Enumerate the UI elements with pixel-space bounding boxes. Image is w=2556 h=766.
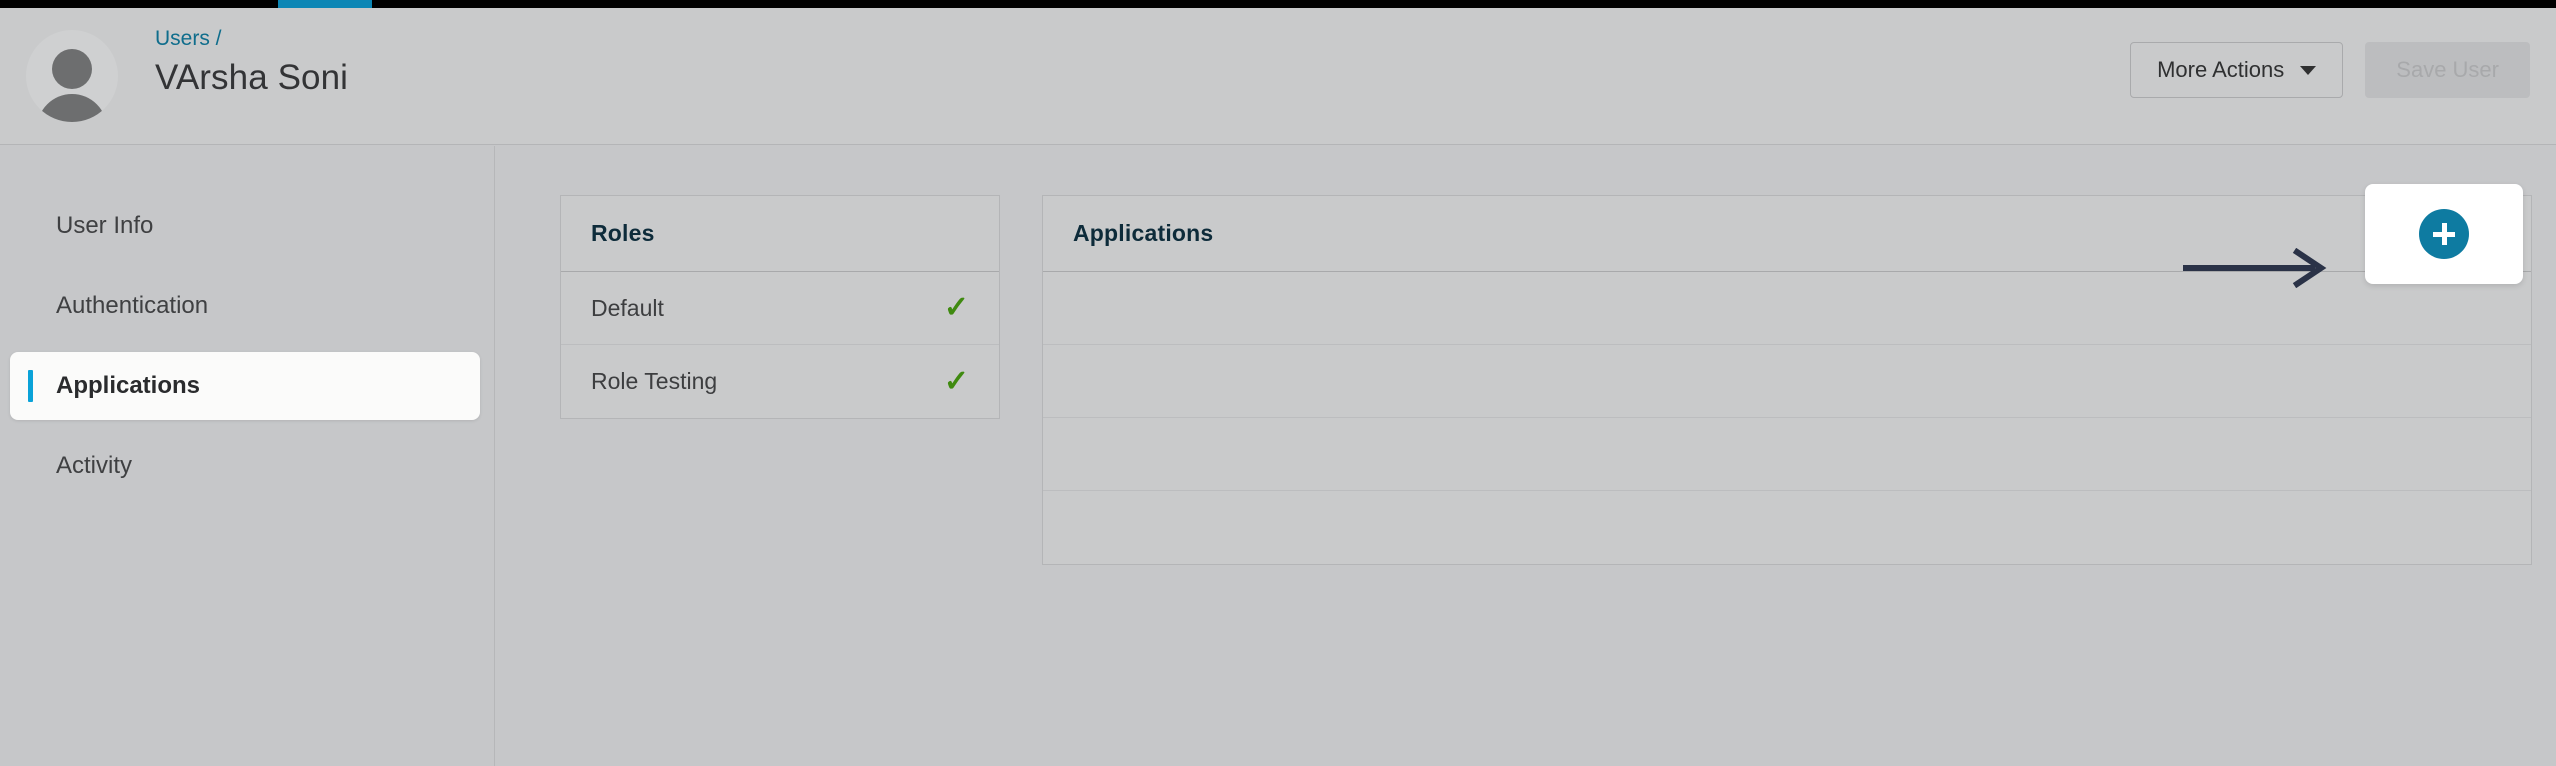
sidebar-item-applications[interactable]: Applications bbox=[10, 352, 480, 420]
avatar-body-shape bbox=[37, 94, 107, 122]
sidebar-item-label: Applications bbox=[56, 372, 201, 399]
sidebar-item-authentication[interactable]: Authentication bbox=[10, 272, 480, 340]
sidebar-nav: User Info Authentication Applications Ac… bbox=[0, 146, 495, 766]
browser-top-strip bbox=[0, 0, 2556, 8]
main-content: Roles Default ✓ Role Testing ✓ Applicati… bbox=[496, 146, 2556, 766]
chevron-down-icon bbox=[2300, 65, 2317, 75]
applications-table-row[interactable] bbox=[1043, 418, 2531, 491]
roles-table-row[interactable]: Default ✓ bbox=[561, 272, 999, 345]
top-strip-accent-segment bbox=[278, 0, 372, 8]
applications-card: Applications bbox=[1042, 184, 2532, 565]
header-title-block: Users / VArsha Soni bbox=[155, 26, 348, 100]
avatar-head-shape bbox=[52, 49, 92, 89]
applications-table-row[interactable] bbox=[1043, 272, 2531, 345]
add-application-button[interactable] bbox=[2365, 184, 2523, 284]
check-icon: ✓ bbox=[943, 291, 969, 324]
user-avatar-placeholder-icon bbox=[26, 30, 118, 122]
roles-card: Roles Default ✓ Role Testing ✓ bbox=[560, 195, 1000, 419]
role-name: Default bbox=[591, 294, 664, 321]
check-icon: ✓ bbox=[943, 364, 969, 398]
sidebar-item-label: Authentication bbox=[56, 292, 209, 319]
applications-card-title: Applications bbox=[1073, 220, 1214, 246]
applications-table-row[interactable] bbox=[1043, 491, 2531, 564]
sidebar-item-activity[interactable]: Activity bbox=[10, 432, 480, 500]
page-title: VArsha Soni bbox=[155, 58, 349, 97]
roles-card-header: Roles bbox=[561, 196, 999, 272]
more-actions-button[interactable]: More Actions bbox=[2130, 42, 2344, 98]
plus-icon bbox=[2419, 209, 2469, 259]
page-header: Users / VArsha Soni More Actions Save Us… bbox=[0, 8, 2556, 145]
roles-card-title: Roles bbox=[591, 220, 655, 246]
save-user-label: Save User bbox=[2396, 57, 2499, 82]
role-name: Role Testing bbox=[591, 368, 718, 394]
roles-table-row[interactable]: Role Testing ✓ bbox=[561, 345, 999, 418]
sidebar-item-label: Activity bbox=[56, 452, 133, 479]
header-actions: More Actions Save User bbox=[2130, 42, 2530, 98]
applications-table-row[interactable] bbox=[1043, 345, 2531, 418]
sidebar-item-label: User Info bbox=[56, 212, 154, 239]
applications-card-header: Applications bbox=[1043, 184, 2531, 288]
more-actions-label: More Actions bbox=[2157, 57, 2285, 82]
save-user-button[interactable]: Save User bbox=[2365, 42, 2530, 98]
sidebar-item-user-info[interactable]: User Info bbox=[10, 192, 480, 260]
breadcrumb-users-link[interactable]: Users / bbox=[155, 26, 222, 52]
